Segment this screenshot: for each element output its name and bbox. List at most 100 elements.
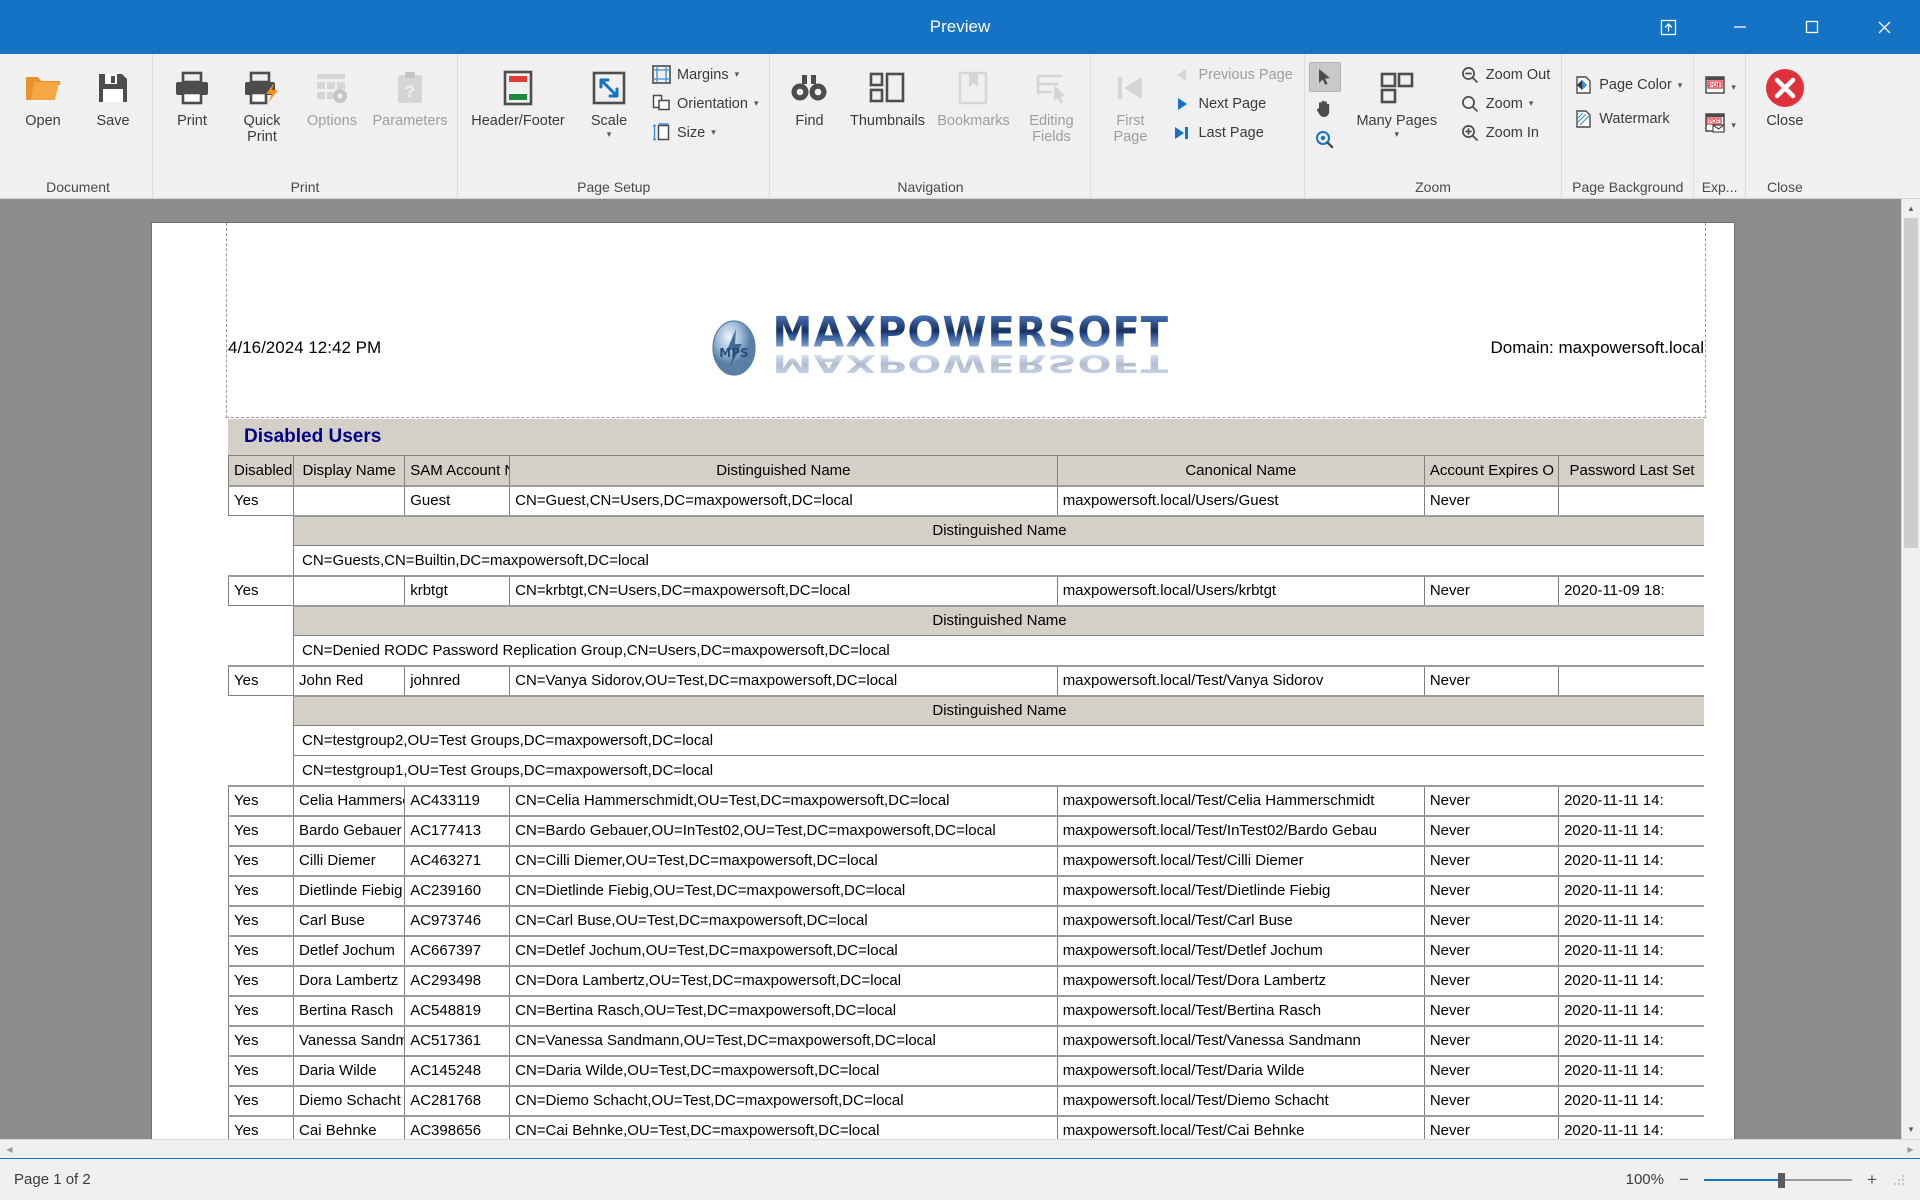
cell-display-name: Vanessa Sandm xyxy=(293,1024,406,1056)
zoom-button[interactable]: Zoom ▾ xyxy=(1453,89,1557,118)
vertical-scroll-thumb[interactable] xyxy=(1904,218,1918,548)
vertical-scroll-track[interactable] xyxy=(1902,218,1920,1120)
zoom-out-button[interactable]: Zoom Out xyxy=(1453,60,1557,89)
zoom-slider[interactable] xyxy=(1704,1172,1852,1188)
horizontal-scroll-track[interactable] xyxy=(19,1140,1901,1158)
cell-password-last-set xyxy=(1558,664,1704,696)
svg-text:MPS: MPS xyxy=(719,346,748,360)
next-page-button[interactable]: Next Page xyxy=(1165,89,1299,118)
cell-distinguished-name: CN=Cai Behnke,OU=Test,DC=maxpowersoft,DC… xyxy=(509,1114,1058,1139)
horizontal-scrollbar[interactable]: ◀ ▶ xyxy=(0,1139,1920,1158)
scroll-down-arrow[interactable]: ▼ xyxy=(1902,1120,1920,1139)
hand-icon xyxy=(1317,100,1330,117)
maximize-button[interactable] xyxy=(1776,0,1848,54)
vertical-scrollbar[interactable]: ▲ ▼ xyxy=(1901,199,1920,1139)
zoom-out-icon xyxy=(1460,65,1480,85)
svg-text:?: ? xyxy=(405,82,415,101)
thumbnails-button[interactable]: Thumbnails xyxy=(844,60,930,134)
parameters-label: Parameters xyxy=(372,113,448,129)
magnifier-tool-button[interactable] xyxy=(1309,124,1341,154)
many-pages-button[interactable]: Many Pages ▾ xyxy=(1341,60,1453,145)
margins-button[interactable]: Margins ▾ xyxy=(644,60,765,89)
export-buttons: PDF ▾ PDF ▾ xyxy=(1698,68,1741,144)
quick-print-button[interactable]: Quick Print xyxy=(227,60,297,150)
close-window-button[interactable] xyxy=(1848,0,1920,54)
sub-table-spacer xyxy=(229,546,294,576)
cell-sam-account-name: AC548819 xyxy=(404,994,511,1026)
save-button[interactable]: Save xyxy=(78,60,148,134)
size-label: Size xyxy=(677,124,706,141)
thumbnails-icon xyxy=(870,72,905,103)
restore-up-button[interactable] xyxy=(1632,0,1704,54)
quick-printer-icon xyxy=(244,65,280,111)
zoom-increase-button[interactable]: + xyxy=(1864,1170,1880,1190)
previous-page-button[interactable]: Previous Page xyxy=(1165,60,1299,89)
zoom-small-buttons: Zoom Out Zoom ▾ Zoom In xyxy=(1453,60,1557,147)
chevron-down-icon: ▾ xyxy=(1528,98,1534,108)
cell-password-last-set: 2020-11-11 14: xyxy=(1558,1114,1704,1139)
send-via-email-button[interactable]: PDF ▾ xyxy=(1698,106,1741,144)
minimize-button[interactable] xyxy=(1704,0,1776,54)
bookmarks-label: Bookmarks xyxy=(937,113,1010,129)
ribbon-group-page-setup: Header/Footer Scale ▾ Margins ▾ Orientat… xyxy=(458,54,771,198)
col-distinguished-name: Distinguished Name xyxy=(509,455,1058,486)
print-button[interactable]: Print xyxy=(157,60,227,134)
export-document-button[interactable]: PDF ▾ xyxy=(1698,68,1741,106)
zoom-slider-thumb[interactable] xyxy=(1778,1172,1785,1188)
cell-account-expires: Never xyxy=(1423,874,1560,906)
editing-fields-button[interactable]: Editing Fields xyxy=(1016,60,1086,150)
zoom-in-button[interactable]: Zoom In xyxy=(1453,118,1557,147)
pointer-tool-button[interactable] xyxy=(1308,62,1341,92)
orientation-button[interactable]: Orientation ▾ xyxy=(644,89,765,118)
zoom-icon xyxy=(1460,94,1480,114)
sub-table-row: CN=Guests,CN=Builtin,DC=maxpowersoft,DC=… xyxy=(229,545,1704,576)
table-header-row: Disabled Display Name SAM Account Name D… xyxy=(228,455,1704,486)
scroll-up-arrow[interactable]: ▲ xyxy=(1902,199,1920,218)
options-button[interactable]: Options xyxy=(297,60,367,134)
zoom-in-label: Zoom In xyxy=(1485,124,1539,141)
sub-table-spacer xyxy=(229,606,294,636)
close-document-button[interactable]: Close xyxy=(1750,60,1820,134)
open-button[interactable]: Open xyxy=(8,60,78,134)
find-button[interactable]: Find xyxy=(774,60,844,134)
cell-sam-account-name: krbtgt xyxy=(404,574,511,606)
scroll-right-arrow[interactable]: ▶ xyxy=(1901,1140,1920,1158)
table-row: Yes Cai Behnke AC398656 CN=Cai Behnke,OU=Te… xyxy=(228,1114,1704,1139)
table-header: Disabled Display Name SAM Account Name D… xyxy=(228,455,1704,486)
cell-sam-account-name: AC177413 xyxy=(404,814,511,846)
cell-password-last-set: 2020-11-09 18: xyxy=(1558,574,1704,606)
watermark-button[interactable]: Watermark xyxy=(1566,102,1689,136)
cell-canonical-name: maxpowersoft.local/Users/krbtgt xyxy=(1056,574,1425,606)
scale-arrows-icon xyxy=(592,65,626,111)
many-pages-icon xyxy=(1380,65,1414,111)
folder-open-icon xyxy=(24,65,62,111)
resize-grip[interactable] xyxy=(1892,1173,1906,1187)
header-footer-button[interactable]: Header/Footer xyxy=(462,60,574,134)
cell-canonical-name: maxpowersoft.local/Users/Guest xyxy=(1056,484,1425,516)
first-page-button[interactable]: First Page xyxy=(1095,60,1165,150)
scroll-left-arrow[interactable]: ◀ xyxy=(0,1140,19,1158)
clipboard-question-icon: ? xyxy=(395,65,425,111)
hand-tool-button[interactable] xyxy=(1309,93,1341,123)
parameters-button[interactable]: ? Parameters xyxy=(367,60,453,134)
table-row: Yes Bardo Gebauer AC177413 CN=Bardo Gebauer… xyxy=(228,814,1704,846)
cell-display-name: Detlef Jochum xyxy=(293,934,406,966)
cell-distinguished-name: CN=Guest,CN=Users,DC=maxpowersoft,DC=loc… xyxy=(509,484,1058,516)
scale-button[interactable]: Scale ▾ xyxy=(574,60,644,145)
status-bar: Page 1 of 2 100% − + xyxy=(0,1158,1920,1200)
report-table-wrapper: Disabled Display Name SAM Account Name D… xyxy=(228,455,1704,1139)
cell-disabled: Yes xyxy=(228,994,295,1026)
zoom-decrease-button[interactable]: − xyxy=(1676,1170,1692,1190)
size-button[interactable]: Size ▾ xyxy=(644,118,765,147)
bookmarks-button[interactable]: Bookmarks xyxy=(930,60,1016,134)
cell-disabled: Yes xyxy=(228,844,295,876)
printer-icon xyxy=(174,65,210,111)
page-color-button[interactable]: Page Color ▾ xyxy=(1566,68,1689,102)
cell-disabled: Yes xyxy=(228,874,295,906)
last-page-button[interactable]: Last Page xyxy=(1165,118,1299,147)
cell-password-last-set: 2020-11-11 14: xyxy=(1558,1084,1704,1116)
cell-account-expires: Never xyxy=(1423,904,1560,936)
sub-table-row: CN=testgroup1,OU=Test Groups,DC=maxpower… xyxy=(229,755,1704,786)
ribbon-toolbar: Open Save Document Print Quick Print Opt… xyxy=(0,54,1920,199)
page-indicator: Page 1 of 2 xyxy=(14,1171,91,1188)
